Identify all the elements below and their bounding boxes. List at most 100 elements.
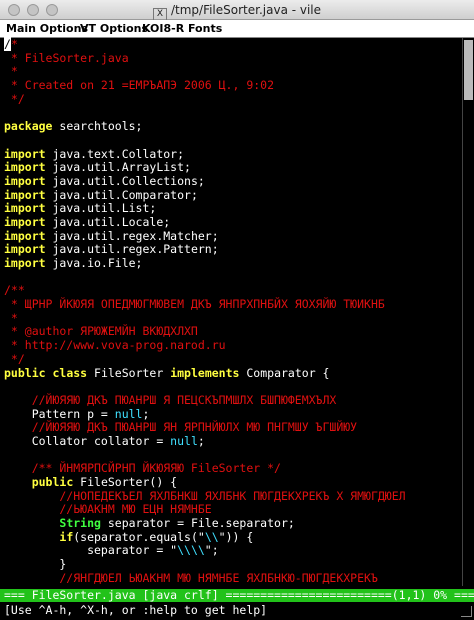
code-token: class bbox=[52, 365, 88, 380]
code-token: "; bbox=[204, 543, 219, 558]
code-token: //ЙЮЯЯЮ ДКЪ ПЮАНРШ Я ПЕЦСКЪПМШЛХ БШПЮФЕМ… bbox=[4, 392, 337, 407]
code-token: (separator.equals(" bbox=[73, 529, 205, 544]
code-token: FileSorter bbox=[87, 365, 171, 380]
code-line: import java.util.Collections; bbox=[4, 173, 462, 189]
code-token: separator = File.separator; bbox=[100, 516, 295, 531]
code-token: public bbox=[4, 365, 46, 380]
code-line: */ bbox=[4, 351, 462, 367]
menu-koi8r-fonts[interactable]: KOI8-R Fonts bbox=[142, 22, 222, 35]
code-token: import bbox=[4, 173, 46, 188]
code-token: import bbox=[4, 160, 46, 175]
code-token: * bbox=[4, 310, 18, 325]
code-token: //ЬЮАКНМ МЮ ЕЦН НЯМНБЕ bbox=[4, 502, 212, 517]
code-token: import bbox=[4, 146, 46, 161]
code-line: * ЩРНР ЙКЮЯЯ ОПЕДМЮГМЮВЕМ ДКЪ ЯНПРХПНБЙХ… bbox=[4, 297, 462, 312]
code-token: Collator collator = bbox=[4, 433, 171, 448]
code-token: ; bbox=[142, 406, 150, 421]
menu-main-options[interactable]: Main Options bbox=[6, 22, 88, 35]
code-token: /** ЙНМЯРПСЙРНП ЙКЮЯЯЮ FileSorter */ bbox=[4, 461, 281, 476]
code-token: \\\\ bbox=[177, 543, 205, 558]
code-token: import bbox=[4, 228, 46, 243]
code-line: if(separator.equals("\\")) { bbox=[4, 529, 462, 545]
code-line: } bbox=[4, 557, 462, 572]
code-token: searchtools; bbox=[52, 119, 143, 134]
code-line: import java.util.regex.Pattern; bbox=[4, 242, 462, 257]
code-token: */ bbox=[4, 91, 25, 106]
command-line[interactable]: [Use ^A-h, ^X-h, or :help to get help] bbox=[0, 603, 474, 620]
code-token: \\ bbox=[204, 529, 219, 544]
code-line: import java.text.Collator; bbox=[4, 146, 462, 162]
code-token: if bbox=[59, 529, 74, 544]
code-token: implements bbox=[170, 365, 240, 380]
code-token: * @author ЯРЮЖЕМЙН ВКЮДХЛХП bbox=[4, 324, 198, 339]
window-titlebar: X/tmp/FileSorter.java - vile bbox=[0, 0, 474, 22]
code-line: package searchtools; bbox=[4, 119, 462, 134]
code-token: separator = " bbox=[4, 543, 178, 558]
code-token: java.util.List; bbox=[45, 201, 157, 216]
code-token: * FileSorter.java bbox=[4, 50, 129, 65]
code-token: import bbox=[4, 242, 46, 257]
code-token: */ bbox=[4, 351, 25, 366]
code-token: java.util.ArrayList; bbox=[45, 160, 191, 175]
code-token: /** bbox=[4, 283, 25, 298]
scrollbar-thumb[interactable] bbox=[464, 40, 473, 100]
code-token: import bbox=[4, 201, 46, 216]
code-token: java.util.Comparator; bbox=[45, 187, 198, 202]
text-editor-area[interactable]: /* * FileSorter.java * * Created on 21 =… bbox=[0, 37, 462, 586]
code-token: * bbox=[10, 37, 18, 51]
code-line: /* bbox=[4, 37, 462, 52]
menubar: Main Options VT Options KOI8-R Fonts bbox=[0, 20, 474, 38]
code-token: ")) { bbox=[218, 529, 254, 544]
code-token: * ЩРНР ЙКЮЯЯ ОПЕДМЮГМЮВЕМ ДКЪ ЯНПРХПНБЙХ… bbox=[4, 297, 385, 312]
code-line: public FileSorter() { bbox=[4, 475, 462, 490]
code-line: import java.util.Locale; bbox=[4, 214, 462, 230]
code-token: FileSorter() { bbox=[73, 475, 178, 489]
code-token: } bbox=[4, 557, 67, 572]
code-line: * Created on 21 =ЕМРЪАПЭ 2006 Ц., 9:02 bbox=[4, 78, 462, 93]
code-line: * FileSorter.java bbox=[4, 50, 462, 66]
code-token: java.util.regex.Matcher; bbox=[45, 228, 219, 243]
code-line: //ЯНГДЮЕЛ ЬЮАКНМ МЮ НЯМНБЕ ЯХЛБНКЮ-ПЮГДЕ… bbox=[4, 570, 462, 586]
code-line: //ЙЮЯЯЮ ДКЪ ПЮАНРШ Я ПЕЦСКЪПМШЛХ БШПЮФЕМ… bbox=[4, 392, 462, 408]
code-line: public class FileSorter implements Compa… bbox=[4, 365, 462, 381]
code-token: import bbox=[4, 214, 46, 229]
code-token: Comparator { bbox=[239, 365, 330, 380]
code-token: String bbox=[59, 516, 101, 531]
code-token: public bbox=[31, 475, 74, 489]
code-token: //НОПЕДЕКЪЕЛ ЯХЛБНКШ ЯХЛБНК ПЮГДЕКХРЕКЪ … bbox=[4, 488, 406, 503]
code-line: * http://www.vova-prog.narod.ru bbox=[4, 338, 462, 353]
code-token: //ЯНГДЮЕЛ ЬЮАКНМ МЮ НЯМНБЕ ЯХЛБНКЮ-ПЮГДЕ… bbox=[4, 570, 378, 585]
code-line: Collator collator = null; bbox=[4, 433, 462, 449]
code-token: java.util.Locale; bbox=[45, 214, 171, 229]
code-token: import bbox=[4, 256, 46, 270]
code-token: * Created on 21 =ЕМРЪАПЭ 2006 Ц., 9:02 bbox=[4, 78, 275, 93]
status-line: === FileSorter.java [java crlf] ========… bbox=[0, 589, 474, 602]
code-token: java.util.Collections; bbox=[45, 173, 205, 188]
code-token: import bbox=[4, 187, 46, 202]
scrollbar[interactable] bbox=[462, 38, 474, 586]
code-token: * bbox=[4, 64, 18, 79]
code-token: java.util.regex.Pattern; bbox=[45, 242, 219, 257]
code-line: import java.util.Comparator; bbox=[4, 187, 462, 203]
code-line: //НОПЕДЕКЪЕЛ ЯХЛБНКШ ЯХЛБНК ПЮГДЕКХРЕКЪ … bbox=[4, 488, 462, 504]
code-line: import java.util.ArrayList; bbox=[4, 160, 462, 175]
window-title: /tmp/FileSorter.java - vile bbox=[170, 3, 322, 17]
menu-vt-options[interactable]: VT Options bbox=[80, 22, 148, 35]
code-line: //ЙЮЯЯЮ ДКЪ ПЮАНРШ ЯН ЯРПНЙЮЛХ МЮ ПНГМШУ… bbox=[4, 420, 462, 435]
code-token: java.text.Collator; bbox=[45, 146, 185, 161]
code-line: * bbox=[4, 65, 462, 79]
code-line: String separator = File.separator; bbox=[4, 516, 462, 531]
code-line: separator = "\\\\"; bbox=[4, 544, 462, 558]
code-line: */ bbox=[4, 91, 462, 107]
code-line: //ЬЮАКНМ МЮ ЕЦН НЯМНБЕ bbox=[4, 503, 462, 517]
resize-grip-icon[interactable] bbox=[461, 606, 472, 617]
code-token: package bbox=[4, 119, 53, 134]
code-line: * @author ЯРЮЖЕМЙН ВКЮДХЛХП bbox=[4, 325, 462, 339]
code-line: /** bbox=[4, 284, 462, 298]
